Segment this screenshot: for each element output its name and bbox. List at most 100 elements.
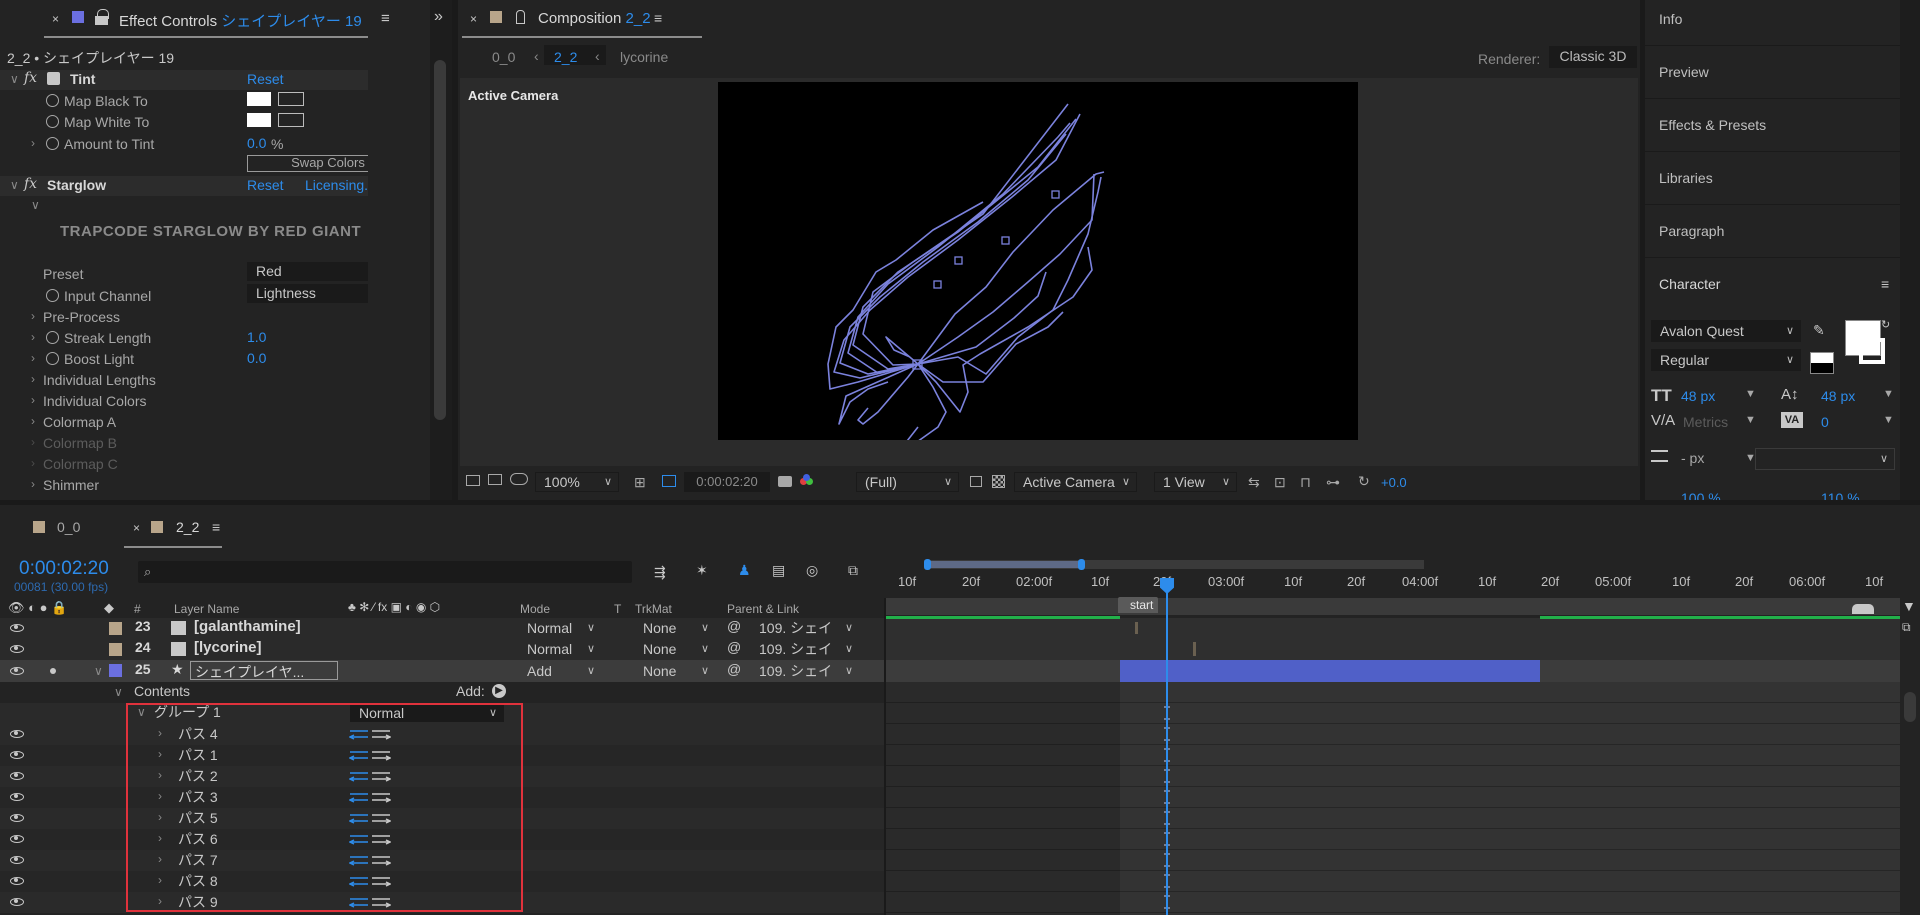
layer-expand-chevron[interactable]: ∨ (94, 664, 103, 678)
contents-expand-chevron[interactable]: ∨ (114, 685, 123, 699)
eye-icon[interactable] (10, 645, 24, 653)
starglow-expand-chevron[interactable]: ∨ (10, 178, 19, 192)
zoom-dropdown[interactable]: 100% ∨ (535, 472, 619, 492)
double-chevron-icon[interactable]: » (434, 8, 443, 26)
mask-icon[interactable] (510, 473, 528, 485)
pickwhip-icon[interactable]: @ (727, 618, 741, 634)
fast-preview-icon[interactable] (970, 476, 982, 487)
font-size-value[interactable]: 48 px (1681, 388, 1715, 404)
preview-panel-tab[interactable]: Preview (1659, 64, 1709, 80)
close-icon[interactable]: × (470, 12, 477, 26)
expand-chevron[interactable]: › (31, 330, 35, 344)
starglow-effect-name[interactable]: Starglow (47, 177, 106, 193)
transparency-grid-icon[interactable] (992, 475, 1005, 488)
stroke-color-swatch[interactable] (1859, 338, 1885, 364)
camera-view-dropdown[interactable]: Active Camera ∨ (1014, 472, 1137, 492)
font-family-dropdown[interactable]: Avalon Quest ∨ (1651, 320, 1801, 342)
toggle-pixel-aspect-icon[interactable]: ⇆ (1248, 474, 1260, 491)
expand-chevron[interactable]: › (31, 393, 35, 407)
effect-controls-scrollbar[interactable] (434, 60, 446, 420)
current-time-field[interactable]: 0:00:02:20 (684, 472, 770, 492)
eyedropper-icon[interactable]: ✎ (1813, 322, 1825, 339)
panel-menu-icon[interactable]: ≡ (654, 10, 662, 26)
libraries-panel-tab[interactable]: Libraries (1659, 170, 1713, 186)
frame-blending-icon[interactable]: ▤ (772, 562, 785, 579)
solo-dot[interactable] (50, 668, 56, 674)
effects-presets-panel-tab[interactable]: Effects & Presets (1659, 117, 1766, 133)
swap-colors-button[interactable]: Swap Colors (247, 155, 368, 172)
work-area-end-handle[interactable] (1078, 559, 1085, 570)
layer-parent-dropdown[interactable]: 109. シェイ ∨ (750, 640, 860, 658)
colormap-a-label[interactable]: Colormap A (43, 414, 116, 430)
draft-3d-icon[interactable]: ✶ (696, 562, 708, 579)
eyedropper-icon[interactable] (278, 113, 304, 127)
fx-icon[interactable]: fx (24, 176, 37, 192)
expand-chevron[interactable]: › (31, 372, 35, 386)
panel-menu-icon[interactable]: ≡ (1881, 276, 1889, 292)
stopwatch-icon[interactable] (46, 289, 59, 302)
individual-colors-label[interactable]: Individual Colors (43, 393, 147, 409)
label-color-swatch[interactable] (109, 664, 122, 677)
tint-effect-name[interactable]: Tint (70, 71, 95, 87)
leading-value[interactable]: 48 px (1821, 388, 1855, 404)
layer-25-duration-bar[interactable] (1120, 660, 1540, 682)
tracking-value[interactable]: 0 (1821, 414, 1829, 430)
paragraph-panel-tab[interactable]: Paragraph (1659, 223, 1724, 239)
chevron-down-icon[interactable]: ▼ (1883, 414, 1894, 426)
stopwatch-icon[interactable] (46, 331, 59, 344)
layer-trkmat-dropdown[interactable]: None ∨ (634, 619, 716, 637)
panel-menu-icon[interactable]: ≡ (212, 519, 220, 535)
pickwhip-icon[interactable]: @ (727, 639, 741, 655)
right-panel-scrollbar[interactable] (1900, 0, 1920, 500)
reset-exposure-icon[interactable]: ↻ (1358, 473, 1370, 490)
region-of-interest-icon[interactable] (662, 475, 676, 487)
layer-mode-dropdown[interactable]: Add ∨ (518, 662, 602, 680)
track-layer-23[interactable] (886, 618, 1900, 639)
renderer-button[interactable]: Classic 3D (1549, 46, 1637, 68)
label-color-swatch[interactable] (109, 622, 122, 635)
tab-composition[interactable]: Composition 2_2 (538, 10, 651, 27)
layer-parent-dropdown[interactable]: 109. シェイ ∨ (750, 619, 860, 637)
layer-trkmat-dropdown[interactable]: None ∨ (634, 662, 716, 680)
fx-icon[interactable]: fx (24, 70, 37, 86)
chevron-down-icon[interactable]: ▼ (1745, 414, 1756, 426)
chevron-left-icon[interactable]: ‹ (534, 48, 539, 64)
expand-chevron[interactable]: › (31, 309, 35, 323)
motion-blur-icon[interactable]: ◎ (806, 562, 818, 579)
character-panel-title[interactable]: Character (1659, 276, 1720, 292)
comp-mini-flowchart-icon[interactable]: ⇶ (654, 564, 666, 581)
timeline-navigator-icon[interactable]: ⧉ (1902, 620, 1911, 635)
snapshot-icon[interactable] (466, 475, 480, 486)
chevron-left-icon[interactable]: ‹ (595, 48, 600, 64)
starglow-reset-link[interactable]: Reset (247, 177, 284, 193)
graph-editor-icon[interactable]: ⧉ (848, 562, 858, 579)
fast-previews-icon[interactable]: ⊡ (1274, 474, 1286, 491)
view-layout-dropdown[interactable]: 1 View ∨ (1154, 472, 1237, 492)
timeline-tab-2-2[interactable]: 2_2 (176, 519, 199, 535)
monitor-icon[interactable] (488, 474, 502, 485)
shimmer-label[interactable]: Shimmer (43, 477, 99, 493)
eyedropper-icon[interactable] (278, 92, 304, 106)
track-layer-24[interactable] (886, 639, 1900, 660)
grid-guides-icon[interactable]: ⊞ (634, 474, 646, 491)
close-icon[interactable]: × (133, 521, 140, 535)
eye-icon[interactable] (10, 667, 24, 675)
eye-icon[interactable] (10, 624, 24, 632)
exposure-value[interactable]: +0.0 (1381, 475, 1407, 490)
chevron-down-icon[interactable]: ▼ (1745, 388, 1756, 400)
stopwatch-icon[interactable] (46, 352, 59, 365)
layer-name-field[interactable]: シェイプレイヤ... (190, 661, 338, 680)
work-area-bar[interactable] (927, 561, 1082, 568)
timeline-icon[interactable]: ⊓ (1300, 474, 1311, 491)
resolution-dropdown[interactable]: (Full) ∨ (856, 472, 959, 492)
lock-icon[interactable] (516, 10, 525, 24)
stopwatch-icon[interactable] (46, 94, 59, 107)
panel-menu-icon[interactable]: ≡ (381, 10, 390, 27)
stroke-style-dropdown[interactable]: ∨ (1755, 448, 1895, 470)
end-marker-icon[interactable] (1852, 604, 1874, 614)
vertical-scale-value[interactable]: 110 % (1821, 490, 1860, 500)
show-channel-icon[interactable] (800, 474, 814, 488)
layer-name[interactable]: [galanthamine] (194, 618, 301, 635)
tab-effect-controls[interactable]: Effect Controls シェイプレイヤー 19 (119, 10, 362, 31)
input-channel-dropdown[interactable]: Lightness ∨ (247, 284, 368, 303)
